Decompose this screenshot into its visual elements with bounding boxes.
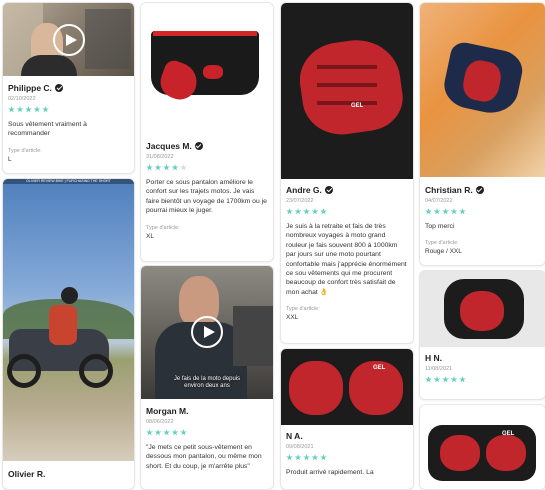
variant-value: Rouge / XXL bbox=[425, 248, 462, 256]
review-photo[interactable] bbox=[420, 3, 545, 177]
variant-label: Type d'article: bbox=[146, 224, 180, 231]
reviewer-name: H N. bbox=[425, 353, 442, 363]
variant-label: Type d'article: bbox=[286, 306, 320, 312]
verified-icon bbox=[324, 186, 333, 194]
verified-icon bbox=[54, 84, 63, 92]
reviewer-name: Andre G. bbox=[286, 185, 408, 195]
reviewer-name: Christian R. bbox=[425, 185, 540, 195]
review-date: 09/08/2021 bbox=[286, 444, 314, 450]
verified-icon bbox=[475, 186, 484, 194]
photo-caption: OLIVIER REVIEW BIKE | PURCHASING THE SHO… bbox=[3, 179, 134, 184]
review-photo[interactable]: GEL bbox=[281, 3, 413, 179]
rating-stars bbox=[286, 208, 408, 215]
play-icon[interactable] bbox=[191, 316, 223, 348]
review-video[interactable] bbox=[3, 3, 134, 76]
review-card-philippe[interactable]: Philippe C. 02/10/2022 Sous vêtement vra… bbox=[2, 2, 135, 174]
variant-value: XXL bbox=[286, 314, 299, 321]
review-card-olivier[interactable]: OLIVIER REVIEW BIKE | PURCHASING THE SHO… bbox=[2, 178, 135, 490]
review-text: Top merci bbox=[425, 223, 455, 230]
review-date: 04/07/2022 bbox=[425, 198, 453, 204]
review-date: 31/08/2022 bbox=[146, 154, 174, 160]
review-text: "Je mets ce petit sous-vêtement en desso… bbox=[146, 444, 262, 470]
review-text: Je suis à la retraite et fais de très no… bbox=[286, 223, 407, 296]
reviewer-name: Jacques M. bbox=[146, 141, 268, 151]
reviewer-name: Philippe C. bbox=[8, 83, 129, 93]
reviewer-name: Olivier R. bbox=[8, 469, 46, 479]
review-card-morgan[interactable]: Je fais de la moto depuis environ deux a… bbox=[140, 265, 274, 490]
rating-stars bbox=[146, 164, 268, 171]
play-icon[interactable] bbox=[53, 24, 85, 56]
review-date: 11/08/2021 bbox=[425, 366, 453, 372]
review-photo[interactable]: OLIVIER REVIEW BIKE | PURCHASING THE SHO… bbox=[3, 179, 134, 461]
review-photo[interactable]: GEL bbox=[281, 349, 413, 425]
review-photo[interactable]: GEL bbox=[420, 405, 545, 489]
variant-label: Type d'article: bbox=[425, 240, 459, 247]
variant-value: L bbox=[8, 155, 12, 163]
reviewer-name: N A. bbox=[286, 431, 303, 441]
review-text: Porter ce sous pantalon améliore le conf… bbox=[146, 179, 267, 215]
rating-stars bbox=[425, 208, 540, 215]
video-subtitle: Je fais de la moto depuis environ deux a… bbox=[173, 376, 241, 390]
review-photo[interactable] bbox=[141, 3, 273, 131]
variant-label: Type d'article: bbox=[8, 147, 42, 154]
review-video[interactable]: Je fais de la moto depuis environ deux a… bbox=[141, 266, 273, 399]
review-card-na[interactable]: GEL N A. 09/08/2021 Produit arrivé rapid… bbox=[280, 348, 414, 490]
reviewer-name: Morgan M. bbox=[146, 406, 189, 416]
rating-stars bbox=[425, 376, 540, 383]
rating-stars bbox=[8, 106, 129, 113]
review-card-photo[interactable]: GEL bbox=[419, 404, 545, 490]
verified-icon bbox=[194, 142, 203, 150]
review-card-hn[interactable]: H N. 11/08/2021 bbox=[419, 270, 545, 400]
review-card-andre[interactable]: GEL Andre G. 23/07/2022 Je suis à la ret… bbox=[280, 2, 414, 344]
review-text: Sous vêtement vraiment à recommander bbox=[8, 121, 87, 138]
review-date: 08/06/2022 bbox=[146, 419, 174, 425]
rating-stars bbox=[146, 429, 268, 436]
review-text: Produit arrivé rapidement. La bbox=[286, 469, 374, 476]
review-photo[interactable] bbox=[420, 271, 545, 347]
review-card-christian[interactable]: Christian R. 04/07/2022 Top merci Type d… bbox=[419, 2, 545, 266]
variant-value: XL bbox=[146, 232, 154, 240]
rating-stars bbox=[286, 454, 408, 461]
review-date: 23/07/2022 bbox=[286, 198, 314, 204]
review-date: 02/10/2022 bbox=[8, 96, 36, 102]
review-card-jacques[interactable]: Jacques M. 31/08/2022 Porter ce sous pan… bbox=[140, 2, 274, 262]
